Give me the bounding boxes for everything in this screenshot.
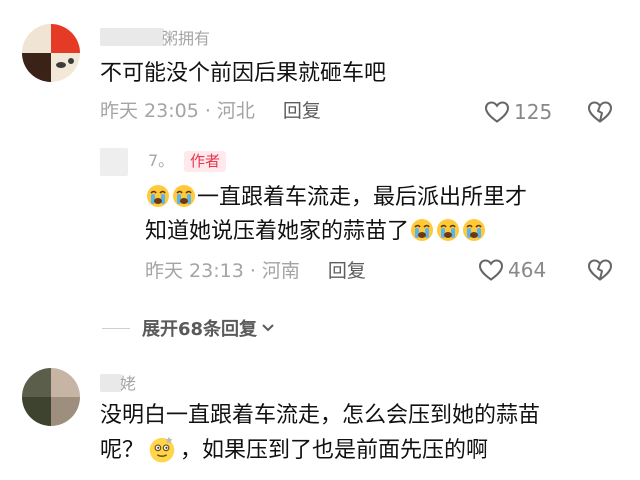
username-obscured[interactable] [100,374,122,392]
crying-face-emoji [147,185,169,207]
comment-body: 不可能没个前因后果就砸车吧 [100,61,387,86]
crying-face-emoji [173,185,195,207]
reply-username[interactable]: 7。 [148,152,174,170]
reply-timestamp-location: 昨天 23:13 · 河南 [145,260,300,282]
comment-body-line-1: 没明白一直跟着车流走，怎么会压到她的蒜苗 [100,403,541,428]
comment-section: 粥拥有 不可能没个前因后果就砸车吧 昨天 23:05 · 河北 回复 125 7。… [0,0,640,480]
reply-like-count: 464 [508,258,547,282]
timestamp-location: 昨天 23:05 · 河北 [100,100,255,122]
comment-meta: 昨天 23:05 · 河北 回复 [100,99,321,123]
heart-outline-icon [478,259,504,281]
username-obscured[interactable] [100,28,164,46]
dizzy-face-emoji [149,436,175,463]
expand-divider [102,327,130,329]
like-count: 125 [514,100,553,124]
expand-replies-button[interactable]: 展开68条回复 [102,315,277,341]
reply-avatar[interactable] [100,148,128,176]
user-avatar[interactable] [22,24,80,82]
username[interactable]: 姥 [120,375,136,393]
reply-meta: 昨天 23:13 · 河南 回复 [145,259,366,283]
chevron-down-icon [262,324,274,332]
author-badge: 作者 [184,151,227,172]
reply-body-line-2: 知道她说压着她家的蒜苗了 [145,215,487,249]
crying-face-emoji [463,219,486,241]
reply-reply-button[interactable]: 回复 [328,260,366,282]
crying-face-emoji [411,219,434,241]
user-avatar[interactable] [22,368,80,426]
comment-body-line-2: 呢？ ，如果压到了也是前面先压的啊 [100,434,488,468]
reply-button[interactable]: 回复 [283,100,321,122]
expand-replies-label: 展开68条回复 [142,319,258,340]
reply-like-button[interactable]: 464 [478,258,546,282]
like-button[interactable]: 125 [484,100,552,124]
broken-heart-icon[interactable] [587,100,613,124]
broken-heart-icon[interactable] [587,258,613,282]
username[interactable]: 粥拥有 [162,30,210,48]
reply-body-line-1: 一直跟着车流走，最后派出所里才 [145,181,527,215]
crying-face-emoji [437,219,460,241]
heart-outline-icon [484,101,510,123]
